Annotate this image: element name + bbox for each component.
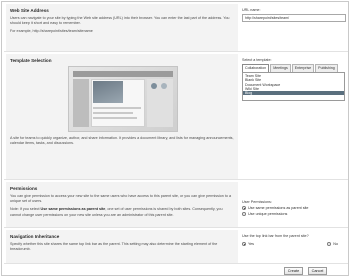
tab-publishing[interactable]: Publishing [315,64,338,72]
navigation-description: Navigation Inheritance Specify whether t… [6,230,238,263]
template-item-blog[interactable]: Blog [243,91,344,96]
web-address-example: For example, http://sharepoint/sites/tea… [10,29,93,34]
template-controls: Select a template: Collaboration Meeting… [239,54,348,179]
web-address-section: Web Site Address Users can navigate to y… [4,4,348,52]
radio-same-permissions[interactable]: Use same permissions as parent site [242,206,345,210]
navigation-heading: Navigation Inheritance [10,234,60,239]
cancel-button[interactable]: Cancel [308,267,327,275]
navigation-desc: Specify whether this site shares the sam… [10,242,218,252]
radio-button-icon[interactable] [242,242,246,246]
permissions-desc: You can give permission to access your n… [10,194,232,204]
radio-button-icon[interactable] [242,212,246,216]
user-permissions-label: User Permissions: [242,200,272,204]
web-address-description: Web Site Address Users can navigate to y… [6,4,238,51]
template-description: Template Selection A site for teams to q… [6,54,238,179]
select-template-label: Select a template: [242,58,272,62]
tab-collaboration[interactable]: Collaboration [242,64,270,72]
radio-button-icon[interactable] [327,242,332,246]
web-address-heading: Web Site Address [10,8,49,13]
tab-meetings[interactable]: Meetings [270,64,291,72]
navigation-section: Navigation Inheritance Specify whether t… [4,230,348,264]
template-list: Team Site Blank Site Document Workspace … [242,73,345,101]
template-desc: A site for teams to quickly organize, au… [10,136,234,146]
template-heading: Template Selection [10,58,52,63]
url-name-label: URL name: [242,8,261,12]
permissions-controls: User Permissions: Use same permissions a… [239,182,348,227]
tab-enterprise[interactable]: Enterprise [291,64,315,72]
permissions-heading: Permissions [10,186,38,191]
template-tabs: Collaboration Meetings Enterprise Publis… [242,64,345,73]
web-address-controls: URL name: http://sharepoint/sites/team/ [239,4,348,51]
radio-no[interactable]: No [327,242,338,246]
permissions-note: Note: If you select Use same permissions… [10,207,223,217]
top-link-bar-label: Use the top link bar from the parent sit… [242,234,309,238]
create-button[interactable]: Create [284,267,303,275]
radio-button-icon[interactable] [242,206,246,210]
template-preview-image [68,66,178,132]
form-footer: Create Cancel [4,266,348,277]
permissions-section: Permissions You can give permission to a… [4,182,348,228]
web-address-desc: Users can navigate to your site by typin… [10,16,230,26]
navigation-controls: Use the top link bar from the parent sit… [239,230,348,263]
url-name-input[interactable]: http://sharepoint/sites/team/ [242,14,346,22]
radio-yes[interactable]: Yes [242,242,254,246]
new-site-form: Web Site Address Users can navigate to y… [1,1,349,276]
permissions-description: Permissions You can give permission to a… [6,182,238,227]
radio-unique-permissions[interactable]: Use unique permissions [242,212,345,216]
template-section: Template Selection A site for teams to q… [4,54,348,180]
